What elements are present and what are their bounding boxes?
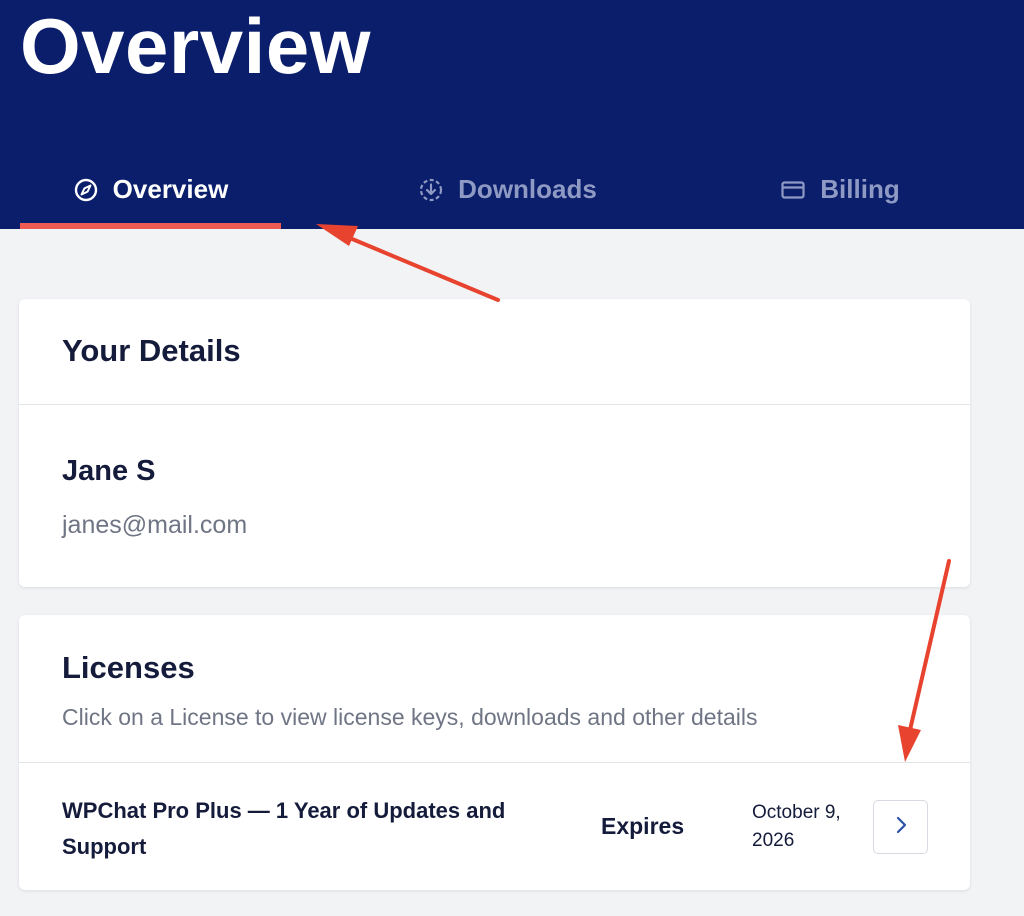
- licenses-title: Licenses: [62, 650, 195, 685]
- user-name: Jane S: [62, 455, 156, 487]
- user-email: janes@mail.com: [62, 511, 248, 539]
- tab-downloads[interactable]: Downloads: [385, 150, 630, 229]
- credit-card-icon: [780, 177, 806, 203]
- license-row[interactable]: WPChat Pro Plus — 1 Year of Updates and …: [19, 763, 970, 890]
- divider: [19, 404, 970, 405]
- download-circle-icon: [418, 177, 444, 203]
- expires-date: October 9, 2026: [752, 802, 841, 851]
- licenses-card: Licenses Click on a License to view lice…: [19, 615, 970, 890]
- licenses-subtitle: Click on a License to view license keys,…: [62, 704, 758, 730]
- annotation-arrow: [316, 224, 500, 302]
- tab-label: Downloads: [458, 174, 597, 204]
- expires-label: Expires: [601, 813, 685, 839]
- page-header: Overview Overview Downloads Billing: [0, 0, 1024, 229]
- tab-bar: Overview Downloads Billing: [0, 150, 1024, 229]
- tab-label: Billing: [820, 174, 900, 204]
- tab-overview[interactable]: Overview: [20, 150, 281, 229]
- license-name: WPChat Pro Plus — 1 Year of Updates and …: [62, 798, 506, 859]
- compass-icon: [73, 177, 99, 203]
- details-card: Your Details Jane S janes@mail.com: [19, 299, 970, 587]
- tab-label: Overview: [112, 174, 229, 204]
- view-license-button[interactable]: [873, 800, 928, 854]
- chevron-right-icon: [894, 815, 908, 840]
- details-title: Your Details: [62, 333, 241, 368]
- tab-billing[interactable]: Billing: [760, 150, 920, 229]
- page-title: Overview: [20, 2, 371, 90]
